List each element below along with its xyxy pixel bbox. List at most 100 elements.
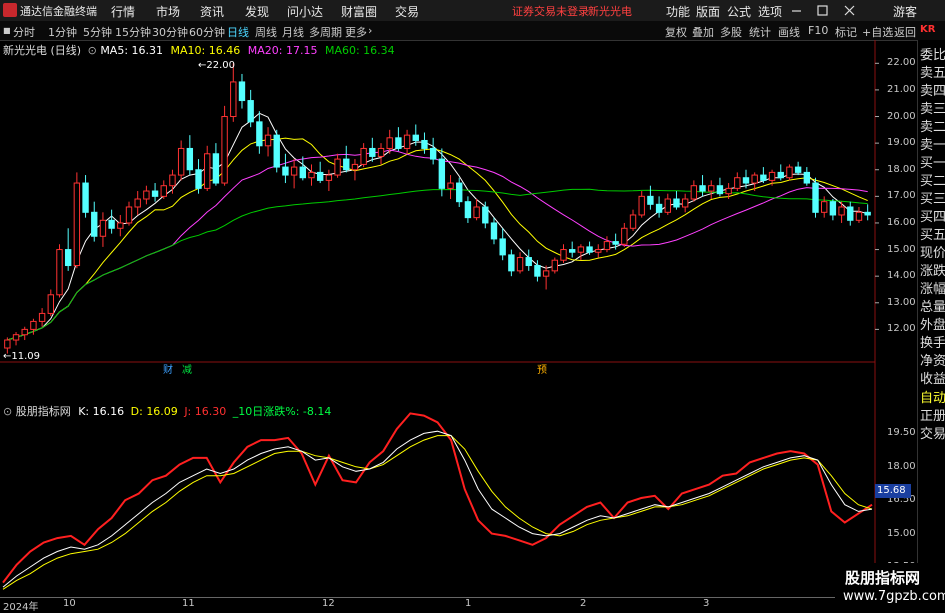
side-label[interactable]: 卖一 [920, 134, 945, 153]
menu-item-hangqing[interactable]: 行情 [111, 3, 135, 20]
candle-body [429, 147, 437, 160]
period-15min[interactable]: 15分钟 [115, 24, 151, 40]
candle-body [482, 206, 489, 224]
date-tick: 12 [322, 598, 335, 609]
menu-item-faxian[interactable]: 发现 [245, 3, 269, 20]
indicator-tick: 19.50 [887, 427, 916, 439]
side-label[interactable]: 买二 [920, 170, 945, 189]
side-label[interactable]: 买四 [920, 206, 945, 225]
period-daily[interactable]: 日线 [227, 24, 249, 40]
ma10-label: MA10: 16.46 [170, 44, 241, 57]
close-icon[interactable] [844, 5, 855, 16]
side-label[interactable]: 外盘 [920, 314, 945, 333]
side-label[interactable]: 卖二 [920, 116, 945, 135]
settings-dropdown-icon[interactable]: ⊙ [88, 44, 97, 57]
candle-body [516, 257, 524, 272]
kline-chart[interactable] [0, 40, 917, 609]
candle-body [456, 182, 463, 203]
low-label: 11.09 [11, 351, 41, 362]
menu-item-zixun[interactable]: 资讯 [200, 3, 224, 20]
tool-huaxian[interactable]: 画线 [778, 24, 800, 40]
event-yu[interactable]: 预 [537, 361, 547, 376]
price-tick: 16.00 [887, 216, 916, 228]
restore-icon[interactable] [817, 5, 828, 16]
candle-body [577, 246, 585, 253]
period-30min[interactable]: 30分钟 [152, 24, 188, 40]
more-arrow-icon[interactable]: › [368, 24, 372, 37]
side-label[interactable]: 委比 [920, 44, 945, 63]
candle-body [447, 182, 454, 189]
side-label[interactable]: 收益 [920, 368, 945, 387]
candle-body [534, 265, 541, 277]
period-fenshi[interactable]: 分时 [13, 24, 35, 40]
tool-tongji[interactable]: 统计 [749, 24, 771, 40]
side-label[interactable]: 总量 [920, 296, 945, 315]
candle-body [82, 182, 89, 213]
price-tick: 13.00 [887, 296, 916, 308]
candle-body [230, 81, 237, 118]
price-tick: 14.00 [887, 270, 916, 282]
side-label[interactable]: 卖五 [920, 62, 945, 81]
tool-zixuan[interactable]: +自选 [862, 24, 893, 40]
tool-fuquan[interactable]: 复权 [665, 24, 687, 40]
candle-body [855, 211, 863, 221]
guest-label[interactable]: 游客 [893, 3, 917, 20]
candle-body [12, 334, 20, 341]
menu-item-gongneng[interactable]: 功能 [666, 3, 690, 20]
menu-item-banmian[interactable]: 版面 [696, 3, 720, 20]
period-60min[interactable]: 60分钟 [189, 24, 225, 40]
side-label[interactable]: 涨幅 [920, 278, 945, 297]
side-label-zhengce[interactable]: 正册 [920, 405, 945, 424]
tool-diejia[interactable]: 叠加 [692, 24, 714, 40]
side-label[interactable]: 买一 [920, 152, 945, 171]
tool-fanhui[interactable]: 返回 [894, 24, 916, 40]
ma60-label: MA60: 16.34 [324, 44, 395, 57]
candle-body [204, 153, 211, 189]
side-label-jiaoyi[interactable]: 交易 [920, 423, 945, 442]
tool-biaoji[interactable]: 标记 [835, 24, 857, 40]
side-label[interactable]: 买三 [920, 188, 945, 207]
menu-item-caifuquan[interactable]: 财富圈 [341, 3, 377, 20]
side-label[interactable]: 卖四 [920, 80, 945, 99]
menu-item-shichang[interactable]: 市场 [156, 3, 180, 20]
candle-body [125, 206, 133, 224]
period-monthly[interactable]: 月线 [282, 24, 304, 40]
checkbox-icon[interactable]: ■ [3, 26, 11, 35]
date-tick: 2024年 [3, 602, 39, 613]
candle-body [64, 249, 72, 267]
login-status[interactable]: 证券交易未登录 [512, 3, 589, 19]
period-more[interactable]: 更多 [345, 24, 367, 40]
candle-body [325, 174, 333, 181]
candle-body [638, 195, 645, 216]
menu-item-xuanxiang[interactable]: 选项 [758, 3, 782, 20]
period-1min[interactable]: 1分钟 [48, 24, 77, 40]
side-label[interactable]: 现价 [920, 242, 945, 261]
period-multi[interactable]: 多周期 [309, 24, 342, 40]
side-label[interactable]: 买五 [920, 224, 945, 243]
price-tick: 21.00 [887, 83, 916, 95]
price-tick: 17.00 [887, 190, 916, 202]
side-label[interactable]: 卖三 [920, 98, 945, 117]
menu-item-gongshi[interactable]: 公式 [727, 3, 751, 20]
menu-item-jiaoyi[interactable]: 交易 [395, 3, 419, 20]
j-line [2, 412, 873, 584]
side-label-zidong[interactable]: 自动 [920, 387, 945, 406]
event-jian[interactable]: 减 [182, 361, 192, 376]
candle-body [282, 166, 289, 176]
tool-duogu[interactable]: 多股 [720, 24, 742, 40]
period-5min[interactable]: 5分钟 [83, 24, 112, 40]
candle-body [586, 246, 593, 253]
side-label[interactable]: 涨跌 [920, 260, 945, 279]
ma5-line [7, 112, 868, 341]
tool-f10[interactable]: F10 [808, 24, 828, 37]
menu-item-wenxiaoda[interactable]: 问小达 [287, 3, 323, 20]
candle-body [21, 328, 28, 336]
side-label[interactable]: 换手 [920, 332, 945, 351]
header-stock-name: 新光光电 [588, 5, 632, 18]
candle-body [221, 116, 228, 184]
date-tick: 2 [580, 598, 587, 609]
indicator-dropdown-icon[interactable]: ⊙ [3, 405, 12, 418]
event-cai[interactable]: 财 [163, 361, 173, 376]
side-label[interactable]: 净资 [920, 350, 945, 369]
period-weekly[interactable]: 周线 [255, 24, 277, 40]
